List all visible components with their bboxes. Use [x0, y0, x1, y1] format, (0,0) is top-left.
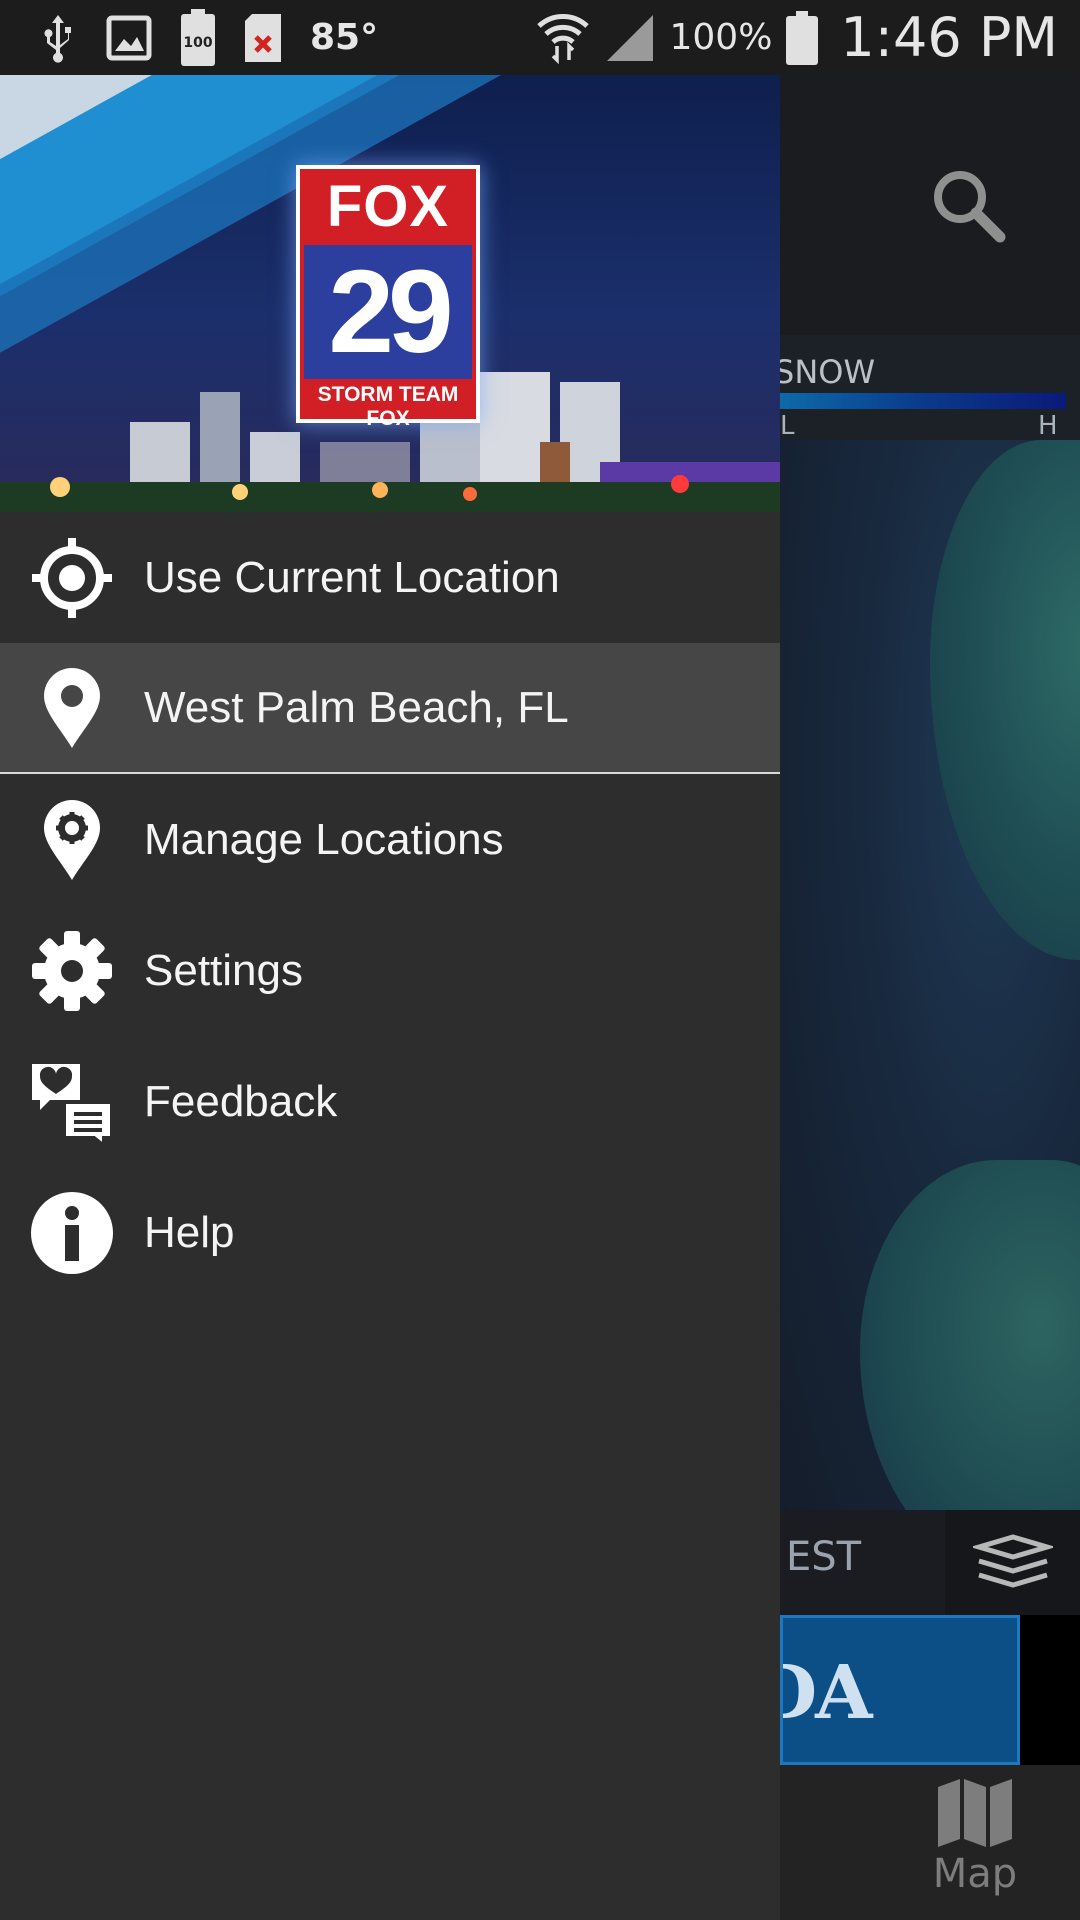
- navigation-drawer: FOX 29 STORM TEAM FOX Use Current Locati…: [0, 75, 780, 1920]
- pin-gear-icon: [30, 798, 114, 882]
- status-bar-left: 100 85°: [0, 0, 378, 75]
- bottom-navigation: Map: [780, 1765, 1080, 1920]
- clock: 1:46 PM: [840, 6, 1058, 69]
- tab-map[interactable]: Map: [910, 1777, 1040, 1897]
- radar-map[interactable]: [780, 440, 1080, 1510]
- ad-banner[interactable]: DA: [780, 1615, 1020, 1765]
- battery-percent: 100%: [669, 17, 773, 58]
- drawer-header-banner: FOX 29 STORM TEAM FOX: [0, 75, 780, 512]
- menu-item-help[interactable]: Help: [0, 1167, 780, 1298]
- sd-card-error-icon: [244, 13, 282, 63]
- battery-100-icon: 100: [180, 8, 216, 67]
- feedback-icon: [30, 1060, 114, 1144]
- menu-item-west-palm-beach[interactable]: West Palm Beach, FL: [0, 643, 780, 774]
- legend-color-bar: [780, 393, 1066, 409]
- map-landmass: [860, 1160, 1080, 1510]
- radar-legend: SNOW L H: [774, 335, 1080, 441]
- menu-item-use-current-location[interactable]: Use Current Location: [0, 512, 780, 643]
- station-logo: FOX 29 STORM TEAM FOX: [296, 165, 480, 430]
- menu-item-settings[interactable]: Settings: [0, 905, 780, 1036]
- tab-map-label: Map: [932, 1851, 1018, 1897]
- menu-item-label: Manage Locations: [144, 814, 504, 864]
- app-toolbar: [780, 75, 1080, 335]
- map-pin-icon: [30, 666, 114, 750]
- ad-banner-edge: [1020, 1615, 1080, 1765]
- menu-item-label: Help: [144, 1207, 235, 1257]
- map-controls-bar: EST: [780, 1510, 1080, 1615]
- temperature-readout: 85°: [310, 17, 379, 58]
- search-icon[interactable]: [928, 165, 1008, 249]
- battery-icon: [786, 10, 819, 65]
- map-landmass: [930, 440, 1080, 960]
- crosshair-location-icon: [30, 536, 114, 620]
- drawer-menu: Use Current Location West Palm Beach, FL: [0, 512, 780, 1298]
- signal-icon: [605, 13, 655, 63]
- wifi-icon: [535, 12, 591, 64]
- ad-text: DA: [783, 1650, 873, 1736]
- legend-high-label: H: [1038, 411, 1058, 441]
- background-map-app: SNOW L H EST DA Map: [774, 75, 1080, 1920]
- usb-icon: [38, 13, 78, 63]
- layers-button[interactable]: [945, 1510, 1080, 1615]
- status-bar-right: 100% 1:46 PM: [535, 0, 1080, 75]
- gear-icon: [30, 929, 114, 1013]
- info-icon: [30, 1191, 114, 1275]
- menu-item-feedback[interactable]: Feedback: [0, 1036, 780, 1167]
- menu-item-label: Settings: [144, 945, 303, 995]
- image-icon: [106, 15, 152, 61]
- logo-tagline: STORM TEAM FOX: [317, 383, 459, 430]
- logo-brand: FOX: [326, 174, 450, 239]
- menu-item-label: Use Current Location: [144, 552, 560, 602]
- svg-text:100: 100: [183, 35, 212, 51]
- forecast-label[interactable]: EST: [786, 1534, 861, 1580]
- status-bar: 100 85° 100% 1:46 PM: [0, 0, 1080, 75]
- menu-item-label: West Palm Beach, FL: [144, 682, 569, 732]
- legend-label: SNOW: [774, 353, 876, 391]
- menu-item-label: Feedback: [144, 1076, 338, 1126]
- legend-low-label: L: [780, 411, 795, 441]
- menu-item-manage-locations[interactable]: Manage Locations: [0, 774, 780, 905]
- layers-icon: [972, 1533, 1053, 1588]
- map-icon: [938, 1779, 1012, 1847]
- logo-channel-number: 29: [304, 245, 472, 379]
